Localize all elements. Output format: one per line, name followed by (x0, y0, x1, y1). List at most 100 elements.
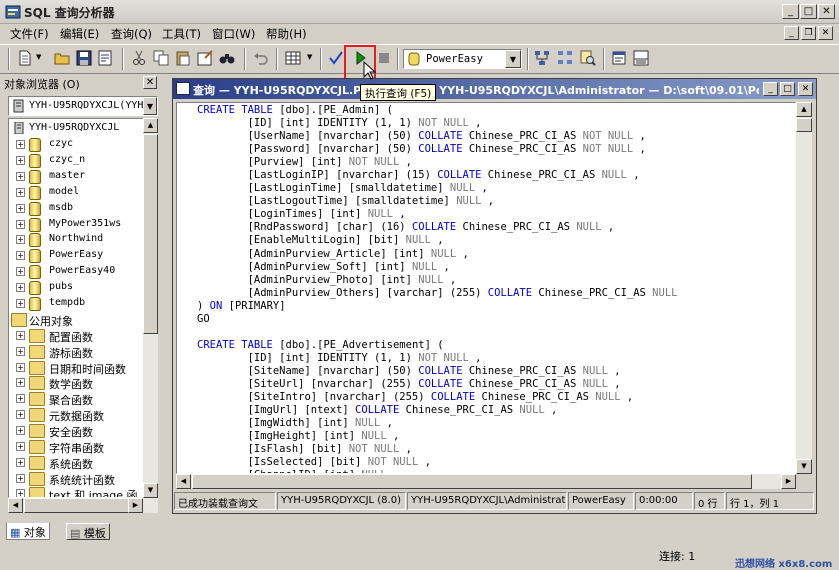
parse-query-icon[interactable] (327, 49, 345, 67)
mdi-restore-button[interactable]: ❐ (801, 26, 816, 40)
object-browser-tabs: ▦ 对象 ▤ 模板 (6, 523, 146, 541)
close-button[interactable]: ✕ (818, 4, 835, 19)
tab-objects[interactable]: ▦ 对象 (6, 523, 50, 540)
sql-editor[interactable]: CREATE TABLE [dbo].[PE_Admin] ( [ID] [in… (176, 102, 796, 474)
code-line: [AdminPurview_Soft] [int] NULL , (197, 260, 450, 273)
mdi-close-button[interactable]: ✕ (818, 26, 833, 40)
scroll-left-button[interactable]: ◀ (176, 474, 191, 489)
find-icon[interactable] (218, 49, 236, 67)
menu-query[interactable]: 查询(Q) (111, 26, 152, 42)
expand-icon[interactable]: + (16, 346, 25, 356)
object-tree-horizontal-scrollbar[interactable]: ◀ ▶ (8, 498, 158, 513)
scroll-left-button[interactable]: ◀ (8, 498, 23, 513)
scroll-down-button[interactable]: ▼ (143, 483, 158, 498)
expand-icon[interactable]: + (16, 140, 25, 149)
scroll-up-button[interactable]: ▲ (796, 102, 812, 117)
tree-function-label: 聚合函数 (49, 394, 93, 408)
object-browser-toggle-icon[interactable] (556, 49, 574, 67)
expand-icon[interactable]: + (16, 457, 25, 467)
expand-icon[interactable]: + (16, 203, 25, 213)
editor-horizontal-scrollbar[interactable]: ◀ ▶ (176, 474, 796, 489)
expand-icon[interactable]: + (16, 155, 25, 165)
copy-icon[interactable] (152, 49, 170, 67)
results-mode-dropdown-icon[interactable]: ▼ (307, 53, 312, 61)
new-query-dropdown-icon[interactable]: ▼ (36, 53, 41, 61)
expand-icon[interactable]: + (16, 235, 25, 245)
toolbar-separator (276, 48, 278, 70)
query-window: 查询 — YYH-U95RQDYXCJL.PowerEasy — YYH-U95… (172, 78, 817, 514)
menu-window[interactable]: 窗口(W) (212, 26, 255, 42)
display-plan-icon[interactable] (533, 49, 551, 67)
tree-database-label: PowerEasy (49, 249, 104, 261)
expand-icon[interactable]: + (16, 283, 25, 293)
database-select[interactable]: PowerEasy ▼ (403, 49, 522, 69)
insert-template-icon[interactable] (96, 49, 114, 67)
expand-icon[interactable]: + (16, 251, 25, 261)
expand-icon[interactable]: + (16, 473, 25, 483)
scrollbar-thumb[interactable] (192, 474, 752, 489)
menu-tools[interactable]: 工具(T) (162, 26, 201, 42)
stop-query-icon[interactable] (375, 49, 393, 67)
folder-icon (29, 360, 45, 375)
tree-function-label: 游标函数 (49, 346, 93, 360)
current-connection-properties-icon[interactable] (610, 49, 628, 67)
clear-window-icon[interactable] (196, 49, 214, 67)
scrollbar-thumb[interactable] (24, 498, 134, 513)
query-minimize-button[interactable]: _ (763, 82, 778, 96)
server-icon (13, 99, 24, 113)
mdi-minimize-button[interactable]: _ (784, 26, 799, 40)
tree-database-label: model (49, 185, 80, 197)
scroll-right-button[interactable]: ▶ (781, 474, 796, 489)
status-message: 已成功装载查询文 (174, 492, 276, 510)
menu-file[interactable]: 文件(F) (10, 26, 49, 42)
expand-icon[interactable]: + (16, 410, 25, 420)
folder-icon (29, 344, 45, 359)
object-browser-close-button[interactable]: ✕ (143, 76, 157, 89)
query-window-icon (176, 82, 190, 95)
object-tree-vertical-scrollbar[interactable]: ▲ ▼ (143, 118, 158, 498)
expand-icon[interactable]: + (16, 267, 25, 277)
expand-icon[interactable]: + (16, 426, 25, 435)
expand-icon[interactable]: + (16, 378, 25, 388)
expand-icon[interactable]: + (16, 171, 25, 181)
expand-icon[interactable]: + (16, 489, 25, 497)
expand-icon[interactable]: + (16, 441, 25, 451)
expand-icon[interactable]: + (16, 362, 25, 372)
editor-vertical-scrollbar[interactable]: ▲ ▼ (796, 102, 812, 474)
query-maximize-button[interactable]: □ (780, 82, 795, 96)
expand-icon[interactable]: + (16, 394, 25, 404)
database-icon (29, 169, 41, 184)
minimize-button[interactable]: _ (782, 4, 799, 19)
server-dropdown-button[interactable]: ▼ (143, 97, 157, 115)
scroll-right-button[interactable]: ▶ (128, 498, 143, 513)
expand-icon[interactable]: + (16, 219, 25, 229)
scrollbar-thumb[interactable] (796, 118, 812, 132)
menu-edit[interactable]: 编辑(E) (60, 26, 99, 42)
expand-icon[interactable]: + (16, 187, 25, 197)
expand-icon[interactable]: + (16, 299, 25, 308)
scroll-down-button[interactable]: ▼ (796, 459, 812, 474)
new-query-icon[interactable] (16, 49, 34, 67)
status-panel-empty (2, 546, 652, 564)
scroll-up-button[interactable]: ▲ (143, 118, 158, 133)
paste-icon[interactable] (174, 49, 192, 67)
scrollbar-thumb[interactable] (143, 134, 158, 334)
save-icon[interactable] (75, 49, 93, 67)
expand-icon[interactable]: + (16, 330, 25, 340)
results-grid-icon[interactable] (284, 49, 302, 67)
tab-templates[interactable]: ▤ 模板 (66, 523, 110, 540)
undo-icon[interactable] (252, 49, 270, 67)
open-folder-icon[interactable] (53, 49, 71, 67)
show-results-pane-icon[interactable] (632, 49, 650, 67)
cut-icon[interactable] (130, 49, 148, 67)
object-search-icon[interactable] (579, 49, 597, 67)
tree-database-label: msdb (49, 201, 74, 213)
database-dropdown-button[interactable]: ▼ (505, 50, 521, 68)
server-select[interactable]: YYH-U95RQDYXCJL(YYH ▼ (8, 96, 158, 116)
tree-database-label: MyPower351ws (49, 217, 122, 229)
sql-code: CREATE TABLE [dbo].[PE_Admin] ( [ID] [in… (197, 104, 677, 473)
maximize-button[interactable]: □ (800, 4, 817, 19)
query-close-button[interactable]: ✕ (798, 82, 813, 96)
menu-help[interactable]: 帮助(H) (266, 26, 307, 42)
